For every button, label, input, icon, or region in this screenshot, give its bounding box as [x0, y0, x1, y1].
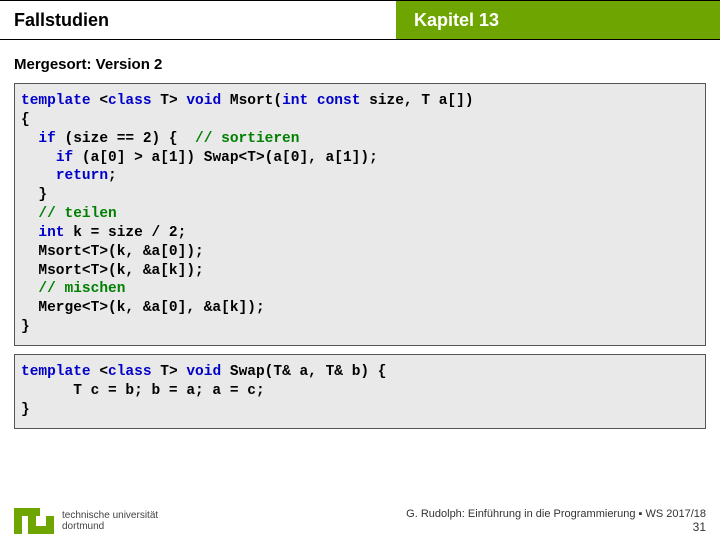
section-title: Mergesort: Version 2 [0, 40, 720, 83]
code-text [21, 131, 38, 147]
comment: // mischen [38, 281, 125, 297]
uni-line2: dortmund [62, 521, 158, 532]
kw-template: template [21, 364, 91, 380]
code-text [308, 93, 317, 109]
code-text: ; [108, 168, 117, 184]
slide: Fallstudien Kapitel 13 Mergesort: Versio… [0, 0, 720, 540]
kw-template: template [21, 93, 91, 109]
kw-void: void [186, 93, 221, 109]
code-box-swap: template <class T> void Swap(T& a, T& b)… [14, 354, 706, 429]
code-text [21, 168, 56, 184]
kw-if: if [56, 150, 73, 166]
code-text: < [91, 93, 108, 109]
code-text: Merge<T>(k, &a[0], &a[k]); [21, 300, 265, 316]
uni-line1: technische universität [62, 510, 158, 521]
kw-class: class [108, 364, 152, 380]
page-number: 31 [406, 520, 706, 534]
kw-return: return [56, 168, 108, 184]
code-text: size, T a[]) [360, 93, 473, 109]
code-text: (size == 2) { [56, 131, 195, 147]
code-text: } [21, 319, 30, 335]
slide-footer: technische universität dortmund G. Rudol… [0, 508, 720, 534]
kw-const: const [317, 93, 361, 109]
code-text [21, 225, 38, 241]
slide-header: Fallstudien Kapitel 13 [0, 0, 720, 40]
code-text: T> [152, 93, 187, 109]
footer-right: G. Rudolph: Einführung in die Programmie… [406, 508, 706, 534]
code-text: T c = b; b = a; a = c; [21, 383, 265, 399]
code-text: { [21, 112, 30, 128]
code-text: T> [152, 364, 187, 380]
footer-credit: G. Rudolph: Einführung in die Programmie… [406, 508, 706, 520]
code-text [21, 281, 38, 297]
kw-if: if [38, 131, 55, 147]
code-box-msort: template <class T> void Msort(int const … [14, 83, 706, 346]
code-text: Msort<T>(k, &a[0]); [21, 244, 204, 260]
kw-int: int [38, 225, 64, 241]
code-text: Msort( [221, 93, 282, 109]
kw-class: class [108, 93, 152, 109]
code-text: k = size / 2; [65, 225, 187, 241]
kw-int: int [282, 93, 308, 109]
header-left-title: Fallstudien [0, 0, 396, 40]
code-text: (a[0] > a[1]) Swap<T>(a[0], a[1]); [73, 150, 378, 166]
tu-logo: technische universität dortmund [14, 508, 158, 534]
comment: // teilen [38, 206, 116, 222]
comment: // sortieren [195, 131, 299, 147]
code-text: } [21, 187, 47, 203]
code-text: } [21, 402, 30, 418]
tu-logo-icon [14, 508, 54, 534]
code-text: Msort<T>(k, &a[k]); [21, 263, 204, 279]
code-text [21, 150, 56, 166]
kw-void: void [186, 364, 221, 380]
code-text: Swap(T& a, T& b) { [221, 364, 386, 380]
tu-logo-text: technische universität dortmund [62, 510, 158, 532]
header-right-chapter: Kapitel 13 [396, 0, 720, 40]
code-text: < [91, 364, 108, 380]
code-text [21, 206, 38, 222]
